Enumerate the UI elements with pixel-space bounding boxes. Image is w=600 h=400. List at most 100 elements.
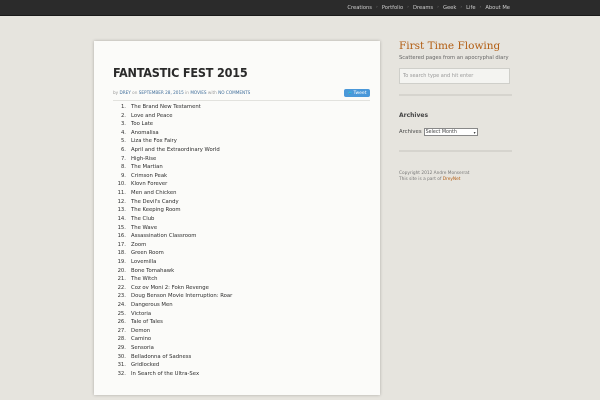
archives-month-select[interactable]: Select Month ▾ bbox=[423, 128, 478, 136]
movie-list-item: 21. The Witch bbox=[113, 275, 232, 284]
movie-list: 1. The Brand New Testament 2. Love and Peac… bbox=[113, 103, 233, 379]
post-title[interactable]: FANTASTIC FEST 2015 bbox=[113, 65, 248, 80]
movie-rank: 20. bbox=[117, 267, 126, 274]
movie-title: Lovemilla bbox=[131, 258, 157, 265]
movie-list-item: 7. High-Rise bbox=[113, 155, 232, 164]
movie-list-item: 12. The Devil's Candy bbox=[113, 198, 232, 207]
meta-on-text: on bbox=[132, 90, 138, 95]
movie-rank: 11. bbox=[117, 190, 126, 197]
movie-title: The Brand New Testament bbox=[131, 104, 201, 110]
movie-rank: 27. bbox=[117, 327, 126, 334]
movie-list-item: 17. Zoom bbox=[113, 241, 232, 250]
movie-title: Klovn Forever bbox=[131, 181, 168, 188]
movie-rank: 14. bbox=[117, 215, 126, 222]
chevron-down-icon: ▾ bbox=[473, 129, 476, 135]
movie-rank: 5. bbox=[120, 138, 126, 145]
movie-list-item: 30. Belladonna of Sadness bbox=[113, 353, 232, 362]
site-network-line: This site is a part of DreyNet bbox=[399, 177, 469, 183]
movie-list-item: 8. The Martian bbox=[113, 163, 232, 172]
movie-list-item: 5. Liza the Fox Fairy bbox=[113, 137, 232, 146]
date-link[interactable]: SEPTEMBER 28, 2015 bbox=[139, 90, 184, 95]
movie-list-item: 27. Demon bbox=[113, 327, 232, 336]
dreynet-link[interactable]: DreyNet bbox=[443, 177, 461, 182]
top-nav-menu: Creations › Portfolio › Dreams › Geek › Life… bbox=[343, 0, 514, 15]
movie-rank: 10. bbox=[117, 181, 126, 188]
movie-title: Assassination Classroom bbox=[131, 233, 197, 240]
movie-rank: 2. bbox=[120, 112, 126, 119]
movie-list-item: 1. The Brand New Testament bbox=[113, 103, 232, 112]
movie-title: Sensoria bbox=[131, 345, 154, 352]
movie-title: April and the Extraordinary World bbox=[131, 147, 220, 154]
tweet-label: Tweet bbox=[353, 91, 367, 96]
movie-rank: 15. bbox=[117, 224, 126, 231]
nav-item-creations[interactable]: Creations bbox=[343, 5, 376, 11]
movie-title: Liza the Fox Fairy bbox=[131, 138, 177, 145]
movie-rank: 21. bbox=[117, 276, 126, 283]
movie-title: Victoria bbox=[131, 310, 152, 317]
movie-title: Camino bbox=[131, 336, 152, 343]
movie-title: Green Room bbox=[131, 250, 164, 257]
comments-link[interactable]: NO COMMENTS bbox=[218, 90, 250, 95]
post-divider bbox=[113, 100, 370, 101]
movie-title: Coz ov Moni 2: Fokn Revenge bbox=[131, 284, 209, 291]
movie-title: The Martian bbox=[131, 164, 163, 171]
movie-title: Men and Chicken bbox=[131, 190, 177, 197]
nav-item-about-me[interactable]: About Me bbox=[481, 5, 514, 11]
tweet-button[interactable]: 🐦Tweet bbox=[344, 89, 370, 97]
movie-list-item: 3. Too Late bbox=[113, 120, 232, 129]
meta-in-text: in bbox=[185, 90, 189, 95]
movie-rank: 8. bbox=[120, 164, 126, 171]
meta-with-text: with bbox=[207, 90, 217, 95]
movie-rank: 30. bbox=[117, 353, 126, 360]
movie-title: Anomalisa bbox=[131, 129, 159, 136]
nav-item-dreams[interactable]: Dreams bbox=[409, 5, 437, 11]
nav-item-portfolio[interactable]: Portfolio bbox=[378, 5, 407, 11]
movie-list-item: 20. Bone Tomahawk bbox=[113, 267, 232, 276]
movie-rank: 17. bbox=[117, 241, 126, 248]
archives-row: Archives Select Month ▾ bbox=[399, 128, 478, 136]
movie-rank: 31. bbox=[117, 362, 126, 369]
nav-item-life[interactable]: Life bbox=[462, 5, 479, 11]
movie-list-item: 18. Green Room bbox=[113, 249, 232, 258]
movie-list-item: 4. Anomalisa bbox=[113, 129, 232, 138]
sidebar-divider bbox=[399, 94, 512, 96]
movie-rank: 3. bbox=[120, 121, 126, 128]
movie-title: The Devil's Candy bbox=[131, 198, 179, 205]
sidebar-divider bbox=[399, 150, 512, 152]
movie-list-item: 16. Assassination Classroom bbox=[113, 232, 232, 241]
search-input[interactable] bbox=[399, 68, 510, 84]
movie-title: High-Rise bbox=[131, 155, 157, 162]
movie-title: Doug Benson Movie Interruption: Roar bbox=[131, 293, 233, 300]
movie-title: Bone Tomahawk bbox=[131, 267, 175, 274]
movie-list-item: 23. Doug Benson Movie Interruption: Roar bbox=[113, 292, 233, 301]
category-link[interactable]: MOVIES bbox=[190, 90, 206, 95]
movie-title: Gridlocked bbox=[131, 362, 160, 369]
movie-list-item: 31. Gridlocked bbox=[113, 361, 232, 370]
nav-item-geek[interactable]: Geek bbox=[439, 5, 460, 11]
movie-list-item: 22. Coz ov Moni 2: Fokn Revenge bbox=[113, 284, 232, 293]
post-meta: by DREY on SEPTEMBER 28, 2015 in MOVIES … bbox=[113, 90, 250, 95]
movie-list-item: 10. Klovn Forever bbox=[113, 180, 232, 189]
archives-widget-title: Archives bbox=[399, 112, 429, 119]
movie-title: Crimson Peak bbox=[131, 172, 168, 179]
movie-title: Demon bbox=[131, 327, 151, 334]
movie-title: Tale of Tales bbox=[131, 319, 163, 326]
movie-rank: 1. bbox=[120, 104, 126, 110]
movie-rank: 13. bbox=[117, 207, 126, 214]
movie-rank: 12. bbox=[117, 198, 126, 205]
movie-list-item: 25. Victoria bbox=[113, 310, 232, 319]
movie-title: The Witch bbox=[131, 276, 158, 283]
blog-title[interactable]: First Time Flowing bbox=[399, 40, 500, 52]
movie-title: The Wave bbox=[131, 224, 158, 231]
movie-list-item: 9. Crimson Peak bbox=[113, 172, 232, 181]
movie-list-item: 29. Sensoria bbox=[113, 344, 232, 353]
movie-rank: 28. bbox=[117, 336, 126, 343]
author-link[interactable]: DREY bbox=[119, 90, 130, 95]
movie-title: The Keeping Room bbox=[131, 207, 181, 214]
movie-list-item: 11. Men and Chicken bbox=[113, 189, 232, 198]
twitter-bird-icon: 🐦 bbox=[347, 90, 353, 95]
movie-rank: 22. bbox=[117, 284, 126, 291]
movie-rank: 4. bbox=[120, 129, 126, 136]
movie-list-item: 13. The Keeping Room bbox=[113, 206, 232, 215]
movie-rank: 19. bbox=[117, 258, 126, 265]
